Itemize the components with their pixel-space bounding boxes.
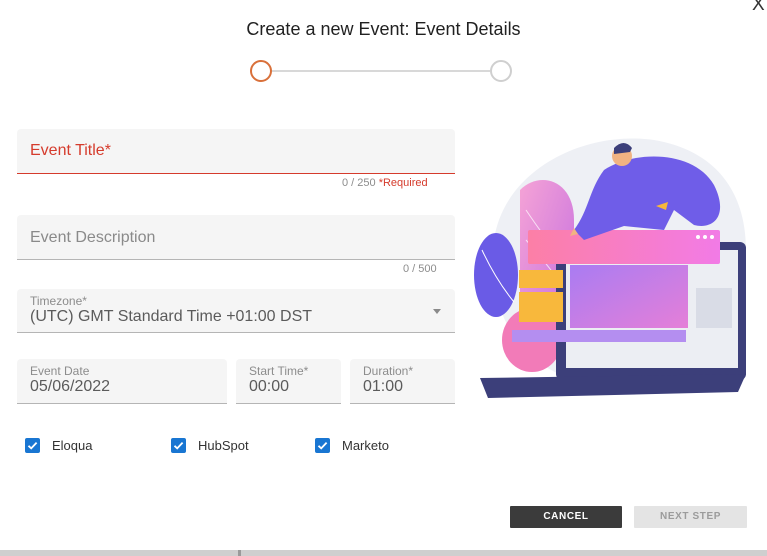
hubspot-label: HubSpot	[198, 437, 249, 453]
duration-value: 01:00	[363, 378, 404, 395]
event-description-field[interactable]: Event Description	[17, 215, 455, 260]
person-with-laptop-illustration	[474, 130, 749, 400]
duration-label: Duration*	[363, 364, 414, 378]
checkbox-checked-icon[interactable]	[171, 437, 186, 453]
event-description-placeholder: Event Description	[30, 229, 156, 246]
eloqua-checkbox[interactable]: Eloqua	[25, 436, 92, 454]
checkbox-checked-icon[interactable]	[315, 437, 330, 453]
close-button[interactable]: X	[752, 0, 765, 16]
step-2-indicator	[490, 60, 512, 82]
step-1-indicator	[250, 60, 272, 82]
next-step-button[interactable]: NEXT STEP	[634, 506, 747, 528]
start-time-field[interactable]: Start Time* 00:00	[236, 359, 341, 404]
dialog-title: Create a new Event: Event Details	[246, 19, 521, 39]
timezone-label: Timezone*	[30, 294, 87, 308]
start-time-label: Start Time*	[249, 364, 309, 378]
marketo-label: Marketo	[342, 437, 389, 453]
event-date-label: Event Date	[30, 364, 90, 378]
scroll-marker	[238, 550, 241, 556]
event-title-placeholder: Event Title*	[30, 142, 111, 159]
timezone-select[interactable]: Timezone* (UTC) GMT Standard Time +01:00…	[17, 289, 455, 333]
create-event-dialog: X Create a new Event: Event Details Even…	[0, 0, 767, 552]
timezone-value: (UTC) GMT Standard Time +01:00 DST	[30, 308, 313, 325]
hubspot-checkbox[interactable]: HubSpot	[171, 436, 249, 454]
event-title-helper: 0 / 250 *Required	[342, 177, 428, 189]
event-title-field[interactable]: Event Title*	[17, 129, 455, 174]
stepper-connector	[272, 70, 490, 72]
marketo-checkbox[interactable]: Marketo	[315, 436, 389, 454]
checkbox-checked-icon[interactable]	[25, 437, 40, 453]
event-date-value: 05/06/2022	[30, 378, 111, 395]
start-time-value: 00:00	[249, 378, 290, 395]
event-description-counter: 0 / 500	[403, 263, 437, 275]
dropdown-arrow-icon[interactable]	[433, 309, 441, 314]
event-title-counter: 0 / 250	[342, 177, 376, 189]
event-title-required: *Required	[378, 177, 428, 189]
event-date-field[interactable]: Event Date 05/06/2022	[17, 359, 227, 404]
cancel-button[interactable]: CANCEL	[510, 506, 622, 528]
bottom-scroll-edge	[0, 550, 767, 556]
stepper	[250, 59, 514, 83]
duration-field[interactable]: Duration* 01:00	[350, 359, 455, 404]
eloqua-label: Eloqua	[52, 437, 93, 453]
